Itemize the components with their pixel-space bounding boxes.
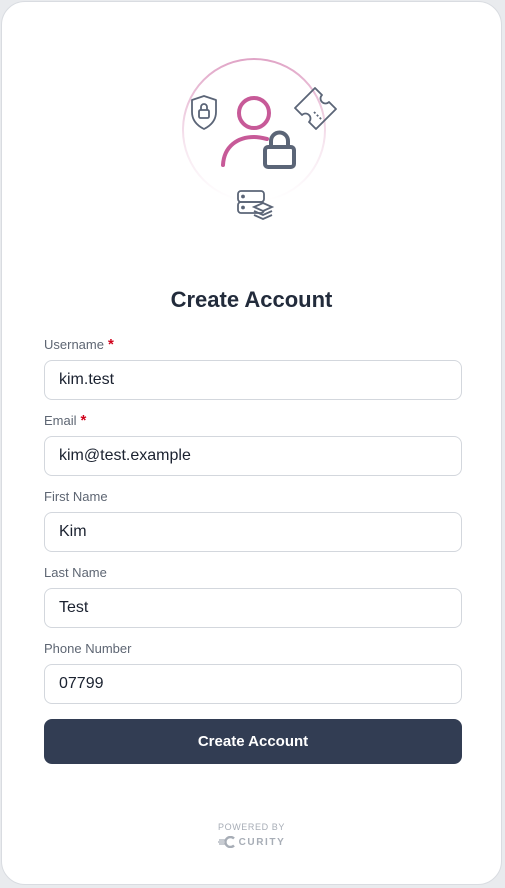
first-name-input[interactable]: Kim [44, 512, 462, 552]
email-input[interactable]: kim@test.example [44, 436, 462, 476]
email-label: Email * [44, 412, 87, 429]
hero-illustration [152, 58, 352, 238]
last-name-label: Last Name [44, 565, 107, 580]
curity-brand-text: CURITY [238, 837, 286, 848]
create-account-card: Create Account Username * kim.test Email *… [1, 1, 502, 885]
server-stack-icon [237, 190, 275, 220]
curity-logo[interactable]: CURITY [2, 835, 501, 849]
user-lock-icon [221, 96, 296, 169]
last-name-input[interactable]: Test [44, 588, 462, 628]
create-account-button[interactable]: Create Account [44, 719, 462, 764]
email-field: Email * kim@test.example [44, 412, 462, 476]
username-input[interactable]: kim.test [44, 360, 462, 400]
username-label: Username * [44, 336, 114, 353]
last-name-field: Last Name Test [44, 564, 462, 628]
powered-by-text: POWERED BY [217, 822, 285, 832]
phone-number-label: Phone Number [44, 641, 132, 656]
first-name-label: First Name [44, 489, 108, 504]
first-name-field: First Name Kim [44, 488, 462, 552]
shield-lock-icon [191, 95, 217, 130]
phone-number-field: Phone Number 07799 [44, 640, 462, 704]
page-title: Create Account [170, 287, 333, 312]
required-indicator: * [80, 412, 87, 429]
phone-number-input[interactable]: 07799 [44, 664, 462, 704]
curity-mark-icon [217, 835, 235, 849]
hero-graphic [182, 58, 337, 220]
required-indicator: * [107, 336, 114, 353]
username-field: Username * kim.test [44, 336, 462, 400]
